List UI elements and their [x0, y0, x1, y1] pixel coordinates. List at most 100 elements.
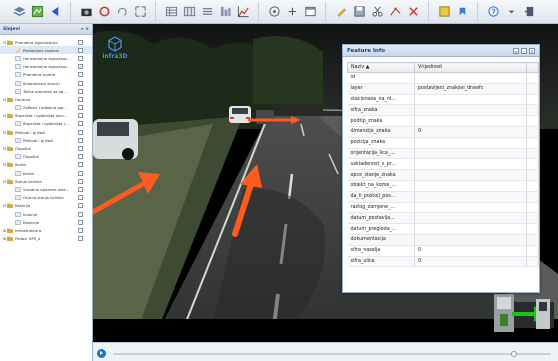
close-icon[interactable]: ×	[529, 47, 535, 54]
layer-visibility-checkbox[interactable]	[78, 137, 83, 143]
layer-visibility-checkbox[interactable]: ✓	[78, 64, 83, 70]
table-row[interactable]: objekt_na_kome_...	[347, 180, 539, 192]
grid-icon[interactable]	[182, 5, 196, 19]
list-icon[interactable]	[200, 5, 214, 19]
tree-item[interactable]: ⊟ Raskrija	[0, 202, 92, 210]
map-icon[interactable]	[30, 5, 44, 19]
table-icon[interactable]	[164, 5, 178, 19]
table-row[interactable]: dokumentacija	[347, 234, 539, 246]
layer-visibility-checkbox[interactable]	[78, 178, 83, 184]
back-arrow-icon[interactable]	[48, 5, 62, 19]
import-icon[interactable]	[455, 5, 469, 19]
camera-icon[interactable]	[79, 5, 93, 19]
tree-item[interactable]: Ocjena stanja kolnika	[0, 194, 92, 202]
tree-item[interactable]: Točne prepreke za op...	[0, 87, 92, 95]
export-icon[interactable]	[437, 5, 451, 19]
layer-visibility-checkbox[interactable]	[78, 186, 83, 192]
layer-visibility-checkbox[interactable]	[78, 195, 83, 201]
layer-visibility-checkbox[interactable]	[78, 170, 83, 176]
layer-visibility-checkbox[interactable]	[78, 88, 83, 94]
info-icon[interactable]	[267, 5, 281, 19]
minimize-icon[interactable]: –	[521, 47, 527, 54]
tree-item[interactable]: Smjerokazni stupici	[0, 79, 92, 87]
tree-item[interactable]: ⊟ Prometna signalizacija	[0, 38, 92, 46]
dropdown-arrow-icon[interactable]	[504, 5, 518, 19]
chart-icon[interactable]	[236, 5, 250, 19]
layer-visibility-checkbox[interactable]	[78, 113, 83, 119]
pencil-icon[interactable]	[334, 5, 348, 19]
layer-visibility-checkbox[interactable]	[78, 129, 83, 135]
tree-item[interactable]: Horizontalna signalizac...	[0, 54, 92, 62]
layer-visibility-checkbox[interactable]	[78, 236, 83, 242]
layer-visibility-checkbox[interactable]	[78, 162, 83, 168]
tree-item[interactable]: Raskrsje	[0, 218, 92, 226]
layer-visibility-checkbox[interactable]	[78, 203, 83, 209]
table-row[interactable]: opce_stanje_znaka	[347, 169, 539, 181]
point-icon[interactable]	[285, 5, 299, 19]
layer-visibility-checkbox[interactable]	[78, 72, 83, 78]
tree-item[interactable]: Prometna svjetla	[0, 71, 92, 79]
tree-item[interactable]: ⊟ Stajalista i ugibalista javn...	[0, 112, 92, 120]
expand-icon[interactable]	[133, 5, 147, 19]
layer-visibility-checkbox[interactable]	[78, 146, 83, 152]
layer-visibility-checkbox[interactable]	[78, 219, 83, 225]
table-row[interactable]: orijentacija_lica_...	[347, 148, 539, 160]
timeline-handle[interactable]	[511, 351, 517, 357]
tree-item[interactable]: ⊟ Otpuštni	[0, 144, 92, 152]
play-button[interactable]	[97, 349, 106, 358]
restore-icon[interactable]: ⇔	[513, 47, 519, 54]
tree-item[interactable]: ⊟ Oprema	[0, 95, 92, 103]
tree-item[interactable]: Horizontalna signalizac... ✓	[0, 63, 92, 71]
columns-icon[interactable]	[218, 5, 232, 19]
layer-visibility-checkbox[interactable]	[78, 121, 83, 127]
table-row[interactable]: dimenzije_znaka 0	[347, 126, 539, 138]
rotate-icon[interactable]	[115, 5, 129, 19]
table-row[interactable]: uskladenost_s_pr...	[347, 158, 539, 171]
cut-icon[interactable]	[370, 5, 384, 19]
panel-controls-icon[interactable]: « ×	[81, 27, 89, 32]
layer-visibility-checkbox[interactable]	[78, 96, 83, 102]
tree-item[interactable]: Zaštitni i odbojna ogr...	[0, 104, 92, 112]
help-icon[interactable]	[486, 5, 500, 19]
table-row[interactable]: podtip_znaka	[347, 115, 539, 127]
tree-item[interactable]: Pothodi i prijlazi	[0, 136, 92, 144]
layer-visibility-checkbox[interactable]	[78, 47, 83, 53]
tree-item[interactable]: Krsanje	[0, 210, 92, 218]
tree-item[interactable]: Otpuštni	[0, 153, 92, 161]
delete-feature-icon[interactable]	[406, 5, 420, 19]
table-row[interactable]: pozicija_znaka	[347, 137, 539, 149]
layers-icon[interactable]	[12, 5, 26, 19]
logout-icon[interactable]	[522, 5, 536, 19]
table-row[interactable]: stacionaza_na_ni...	[347, 94, 539, 106]
layer-visibility-checkbox[interactable]	[78, 154, 83, 160]
column-header-vrijednost[interactable]: Vrijednost	[414, 62, 527, 73]
tree-item[interactable]: Postavljeni znakovi	[0, 46, 92, 55]
table-row[interactable]: datum_postavlja...	[347, 212, 539, 225]
save-icon[interactable]	[352, 5, 366, 19]
table-row[interactable]: datum_pregleda_...	[347, 223, 539, 235]
table-row[interactable]: sifra_naselja 0	[347, 245, 539, 257]
tree-item[interactable]: ⊞ Infrastruktura	[0, 226, 92, 234]
tree-item[interactable]: Kolnik	[0, 169, 92, 177]
table-row[interactable]: id	[347, 72, 539, 84]
minimap-widget[interactable]	[494, 294, 554, 332]
tree-item[interactable]: ⊟ Pothodi i prijlazi	[0, 128, 92, 136]
reload-icon[interactable]	[97, 5, 111, 19]
table-row[interactable]: layer postavljeni_znakovi_drawfc	[347, 83, 539, 95]
column-header-naziv[interactable]: Naziv ▲	[347, 62, 415, 73]
table-row[interactable]: da_li_postoji_pos...	[347, 191, 539, 203]
tree-item[interactable]: ⊟ Kolnik	[0, 161, 92, 169]
tree-item[interactable]: ⊟ Stanje kolnika	[0, 177, 92, 185]
timeline-track[interactable]	[113, 353, 551, 355]
layer-visibility-checkbox[interactable]	[78, 80, 83, 86]
layer-visibility-checkbox[interactable]	[78, 211, 83, 217]
layer-visibility-checkbox[interactable]	[78, 39, 83, 45]
layer-visibility-checkbox[interactable]	[78, 55, 83, 61]
table-row[interactable]: sifra_ulice 0	[347, 256, 539, 268]
table-row[interactable]: sifra_znaka	[347, 104, 539, 117]
window-icon[interactable]	[303, 5, 317, 19]
layer-visibility-checkbox[interactable]	[78, 227, 83, 233]
tree-item[interactable]: Vizualno opazene oste...	[0, 185, 92, 193]
tree-item[interactable]: Stajalista i ugibalista j...	[0, 120, 92, 128]
table-row[interactable]: razlog_zamjene_...	[347, 202, 539, 214]
